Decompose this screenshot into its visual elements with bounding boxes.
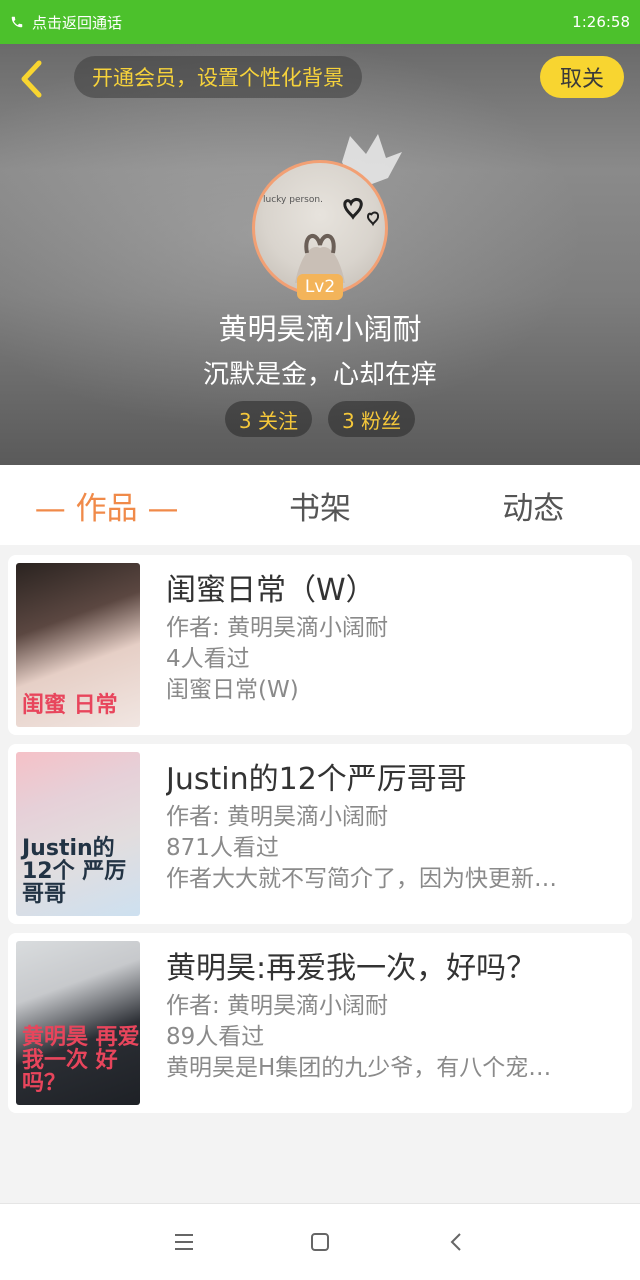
work-card[interactable]: 黄明昊 再爱我一次 好吗？ 黄明昊:再爱我一次，好吗？ 作者: 黄明昊滴小阔耐 … <box>8 933 632 1113</box>
work-views: 871人看过 <box>166 835 279 861</box>
cover-title: 闺蜜 日常 <box>22 692 118 718</box>
square-icon <box>311 1233 329 1251</box>
level-badge: Lv2 <box>297 274 343 300</box>
cover-title: 黄明昊 再爱我一次 好吗？ <box>22 1024 140 1096</box>
chevron-left-icon <box>21 60 42 98</box>
profile-header: 开通会员，设置个性化背景 取关 lucky person. Lv2 黄明昊滴小阔… <box>0 44 640 465</box>
tab-bookshelf[interactable]: 书架 <box>213 483 426 528</box>
phone-icon <box>11 16 23 28</box>
work-description: 作者大大就不写简介了，因为快更新… <box>166 866 557 892</box>
system-nav-bar <box>0 1203 640 1280</box>
work-views: 89人看过 <box>166 1024 265 1050</box>
username: 黄明昊滴小阔耐 <box>218 312 422 346</box>
work-cover: 黄明昊 再爱我一次 好吗？ <box>16 941 140 1105</box>
work-card[interactable]: 闺蜜 日常 闺蜜日常（W） 作者: 黄明昊滴小阔耐 4人看过 闺蜜日常(W) <box>8 555 632 735</box>
status-bar[interactable]: 点击返回通话 1:26:58 <box>0 0 640 44</box>
work-author: 作者: 黄明昊滴小阔耐 <box>166 615 389 641</box>
work-title: 闺蜜日常（W） <box>166 573 376 608</box>
work-card[interactable]: Justin的 12个 严厉哥哥 Justin的12个严厉哥哥 作者: 黄明昊滴… <box>8 744 632 924</box>
work-description: 闺蜜日常(W) <box>166 677 299 703</box>
tab-activity[interactable]: 动态 <box>427 483 640 528</box>
work-author: 作者: 黄明昊滴小阔耐 <box>166 804 389 830</box>
user-bio: 沉默是金，心却在痒 <box>202 360 437 390</box>
home-button[interactable] <box>307 1229 333 1255</box>
profile-tabs: — 作品 — 书架 动态 <box>0 465 640 545</box>
work-views: 4人看过 <box>166 646 250 672</box>
tab-works[interactable]: — 作品 — <box>0 483 213 528</box>
vip-promo-button[interactable]: 开通会员，设置个性化背景 <box>74 56 362 98</box>
menu-icon <box>175 1234 193 1250</box>
following-count[interactable]: 3 关注 <box>224 401 312 437</box>
work-author: 作者: 黄明昊滴小阔耐 <box>166 993 389 1019</box>
unfollow-button[interactable]: 取关 <box>540 56 624 98</box>
chevron-left-icon <box>450 1233 461 1251</box>
cover-title: Justin的 12个 严厉哥哥 <box>22 835 127 907</box>
back-button[interactable] <box>14 58 48 100</box>
work-title: 黄明昊:再爱我一次，好吗？ <box>166 951 537 986</box>
works-list: 闺蜜 日常 闺蜜日常（W） 作者: 黄明昊滴小阔耐 4人看过 闺蜜日常(W) J… <box>8 555 632 1122</box>
status-left-text: 点击返回通话 <box>32 13 123 32</box>
status-time: 1:26:58 <box>572 13 630 31</box>
return-to-call[interactable]: 点击返回通话 <box>10 12 122 33</box>
work-cover: 闺蜜 日常 <box>16 563 140 727</box>
back-nav-button[interactable] <box>443 1229 469 1255</box>
menu-button[interactable] <box>171 1229 197 1255</box>
followers-count[interactable]: 3 粉丝 <box>328 401 416 437</box>
work-cover: Justin的 12个 严厉哥哥 <box>16 752 140 916</box>
work-title: Justin的12个严厉哥哥 <box>166 762 467 797</box>
work-description: 黄明昊是H集团的九少爷，有八个宠… <box>166 1055 552 1081</box>
